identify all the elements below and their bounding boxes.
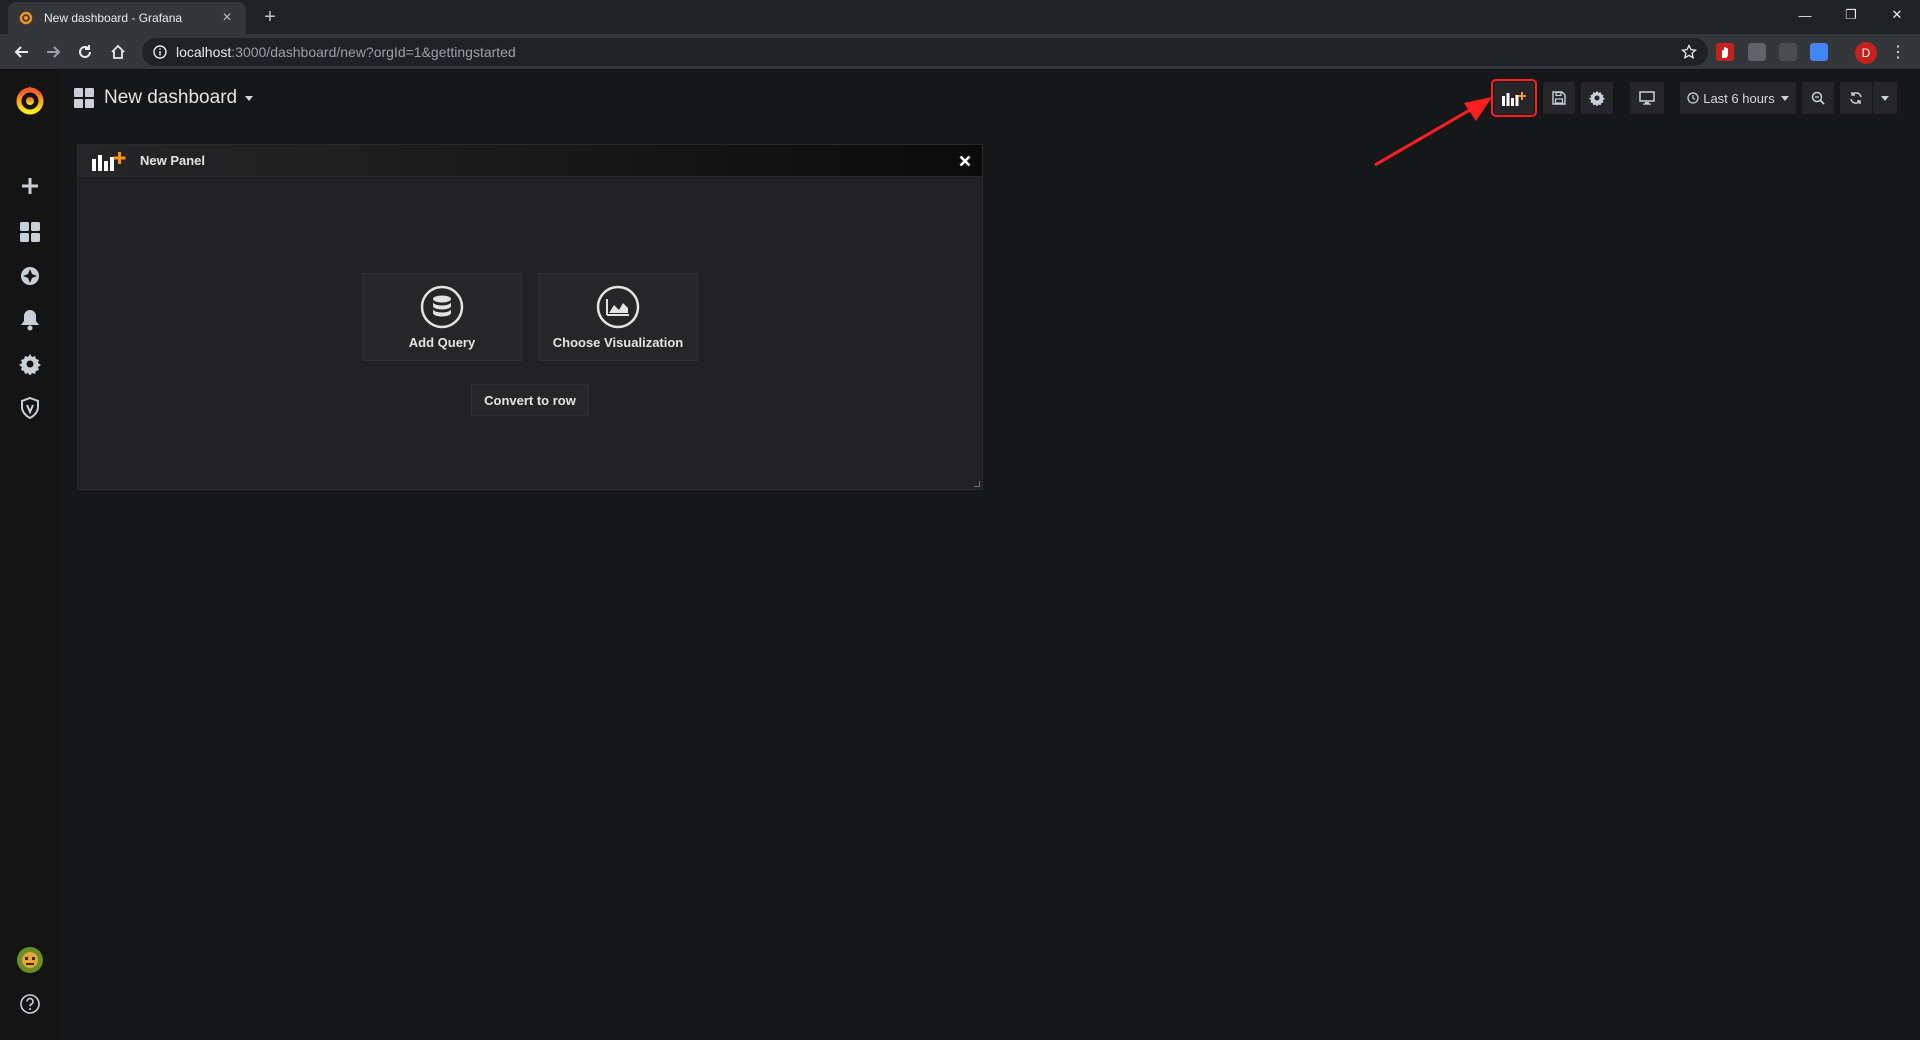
extension-translate-icon[interactable]: [1810, 43, 1828, 61]
restore-icon[interactable]: ❐: [1828, 0, 1874, 30]
help-icon[interactable]: [0, 984, 60, 1024]
time-range-label: Last 6 hours: [1703, 90, 1775, 106]
zoom-out-icon: [1811, 91, 1825, 105]
grafana-sidemenu: [0, 70, 60, 1040]
chevron-down-icon: [245, 95, 254, 101]
clock-icon: [1687, 92, 1699, 104]
reload-icon[interactable]: [73, 40, 97, 64]
choose-visualization-label: Choose Visualization: [552, 334, 684, 350]
window-controls: — ❐ ✕: [1782, 0, 1920, 30]
extension-print-icon[interactable]: [1779, 43, 1797, 61]
zoom-out-button[interactable]: [1802, 82, 1834, 114]
panel-header[interactable]: New Panel: [78, 145, 982, 177]
chevron-down-icon: [1881, 95, 1889, 101]
refresh-button[interactable]: [1840, 82, 1872, 114]
server-admin-icon[interactable]: [0, 388, 60, 428]
extension-chart-icon[interactable]: [1748, 43, 1766, 61]
url-path: :3000/dashboard/new?orgId=1&gettingstart…: [231, 44, 516, 60]
home-icon[interactable]: [106, 40, 130, 64]
monitor-icon: [1639, 91, 1655, 105]
database-icon: [420, 285, 464, 328]
chevron-down-icon: [1780, 95, 1789, 101]
add-query-label: Add Query: [408, 334, 476, 350]
refresh-icon: [1850, 92, 1862, 104]
create-icon[interactable]: [0, 166, 60, 206]
dashboard-grid-icon: [74, 88, 94, 108]
browser-tab[interactable]: New dashboard - Grafana ×: [8, 2, 246, 34]
tab-title: New dashboard - Grafana: [44, 11, 183, 25]
area-chart-icon: [596, 285, 640, 328]
grafana-logo-icon[interactable]: [0, 78, 60, 122]
dashboard-title: New dashboard: [104, 87, 238, 108]
minimize-icon[interactable]: —: [1782, 0, 1828, 30]
panel-title: New Panel: [140, 153, 206, 168]
browser-tab-bar: New dashboard - Grafana × + — ❐ ✕: [0, 0, 1920, 34]
add-panel-icon: [92, 151, 126, 171]
add-panel-icon: [1502, 92, 1526, 106]
gear-icon: [1589, 90, 1605, 106]
dashboards-icon[interactable]: [0, 212, 60, 252]
choose-visualization-button[interactable]: Choose Visualization: [538, 273, 698, 361]
site-info-icon[interactable]: [152, 44, 168, 60]
new-panel: New Panel Add Query Choose Visualization…: [77, 144, 983, 490]
profile-avatar[interactable]: D: [1855, 42, 1877, 64]
bookmark-star-icon[interactable]: [1680, 43, 1698, 61]
configuration-icon[interactable]: [0, 344, 60, 384]
tab-close-icon[interactable]: ×: [218, 9, 236, 27]
extension-stop-icon[interactable]: [1716, 43, 1734, 61]
save-dashboard-button[interactable]: [1543, 82, 1575, 114]
add-panel-button[interactable]: [1491, 79, 1537, 117]
address-bar[interactable]: localhost:3000/dashboard/new?orgId=1&get…: [142, 38, 1708, 66]
alerting-icon[interactable]: [0, 300, 60, 340]
dashboard-title-picker[interactable]: New dashboard: [74, 84, 254, 112]
dashboard-settings-button[interactable]: [1581, 82, 1613, 114]
back-icon[interactable]: [10, 40, 34, 64]
url-host: localhost: [176, 44, 232, 60]
convert-to-row-button[interactable]: Convert to row: [471, 384, 589, 416]
new-tab-icon[interactable]: +: [258, 5, 282, 29]
grafana-favicon-icon: [18, 10, 34, 26]
add-query-button[interactable]: Add Query: [362, 273, 522, 361]
forward-icon[interactable]: [41, 40, 65, 64]
resize-handle[interactable]: [974, 481, 980, 487]
browser-menu-icon[interactable]: ⋮: [1888, 42, 1908, 64]
user-avatar[interactable]: [0, 940, 60, 980]
view-mode-button[interactable]: [1630, 82, 1664, 114]
close-icon[interactable]: [956, 152, 974, 170]
browser-toolbar: localhost:3000/dashboard/new?orgId=1&get…: [0, 34, 1920, 70]
annotation-arrow: [1374, 97, 1492, 167]
save-icon: [1552, 91, 1566, 105]
close-window-icon[interactable]: ✕: [1874, 0, 1920, 30]
time-range-picker[interactable]: Last 6 hours: [1680, 82, 1796, 114]
refresh-interval-dropdown[interactable]: [1873, 82, 1897, 114]
explore-icon[interactable]: [0, 256, 60, 296]
